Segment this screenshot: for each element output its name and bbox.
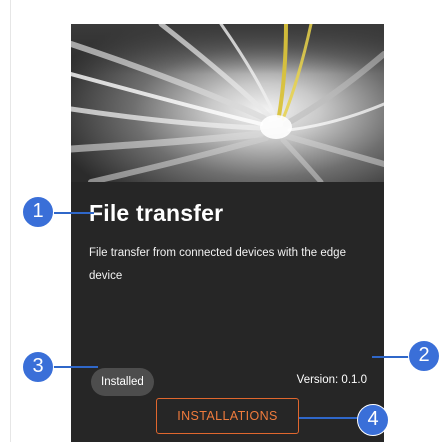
callout-marker-2: 2	[408, 340, 440, 372]
callout-3-line	[52, 366, 98, 368]
status-badge: Installed	[91, 368, 154, 396]
app-card: File transfer File transfer from connect…	[71, 24, 384, 442]
installations-button[interactable]: INSTALLATIONS	[156, 398, 299, 434]
callout-marker-3: 3	[22, 351, 54, 383]
app-description: File transfer from connected devices wit…	[89, 247, 346, 282]
callout-marker-4: 4	[357, 404, 389, 436]
screenshot-canvas: File transfer File transfer from connect…	[0, 0, 442, 442]
app-hero-image	[71, 24, 384, 182]
callout-1-line	[54, 212, 94, 214]
callout-4-line	[299, 417, 361, 419]
app-title: File transfer	[89, 200, 224, 226]
callout-marker-1: 1	[22, 196, 54, 228]
page-divider	[10, 0, 11, 442]
version-label: Version: 0.1.0	[296, 374, 367, 386]
